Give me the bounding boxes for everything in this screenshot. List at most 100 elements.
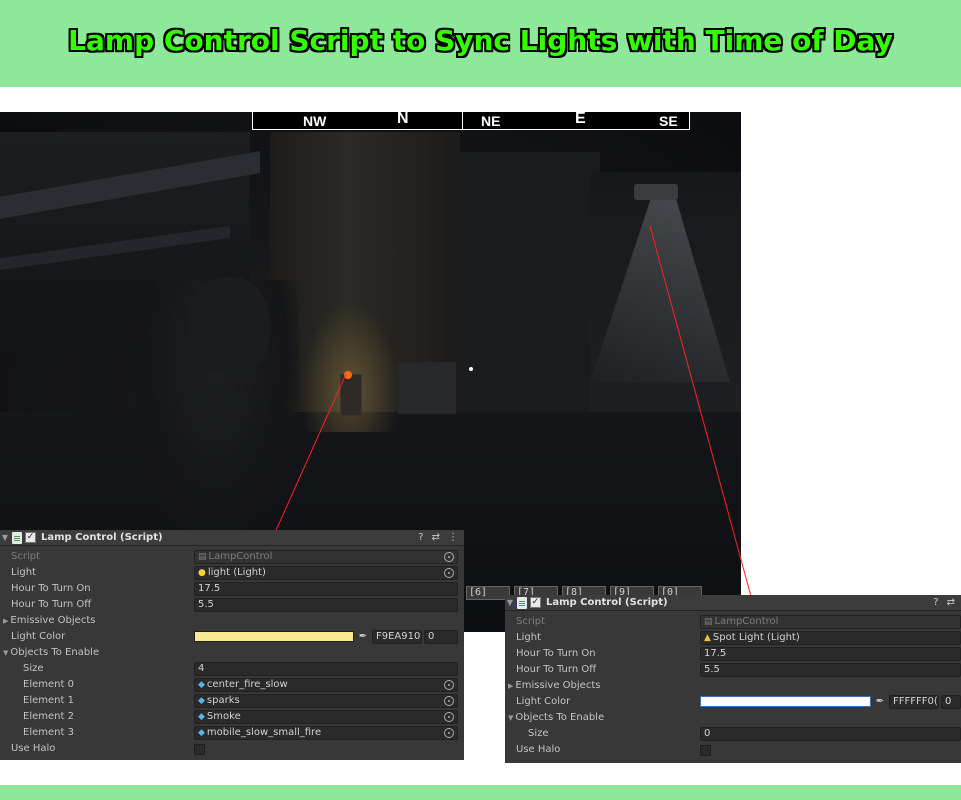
object-picker-icon (444, 552, 454, 562)
light-color-swatch[interactable] (194, 631, 354, 642)
prefab-icon: ◆ (198, 696, 205, 706)
element-field[interactable]: ◆ center_fire_slow (194, 678, 458, 692)
emissive-label[interactable]: ▶ Emissive Objects (508, 680, 600, 691)
foldout-arrow-icon[interactable]: ▼ (505, 598, 515, 607)
element-field[interactable]: ◆ Smoke (194, 710, 458, 724)
hotbar-slot-6[interactable]: [6] (466, 586, 510, 600)
row-element-0: Element 0 ◆ center_fire_slow (0, 677, 464, 693)
bulb-icon: ● (198, 568, 206, 578)
header-banner: Lamp Control Script to Sync Lights with … (0, 0, 961, 87)
use-halo-label: Use Halo (516, 744, 561, 755)
hour-on-input[interactable]: 17.5 (194, 582, 458, 596)
light-color-alpha[interactable]: 0 (941, 695, 961, 709)
hour-off-label: Hour To Turn Off (11, 599, 92, 610)
prefab-icon: ◆ (198, 712, 205, 722)
fire-flame (344, 371, 352, 379)
row-emissive[interactable]: ▶ Emissive Objects (0, 613, 464, 629)
header-icons: ? ⇄ ⋮ (418, 532, 458, 543)
object-picker-icon[interactable] (444, 728, 454, 738)
light-color-alpha[interactable]: 0 (424, 630, 458, 644)
script-label: Script (516, 616, 546, 627)
row-emissive[interactable]: ▶ Emissive Objects (505, 678, 961, 694)
foldout-open-arrow-icon[interactable]: ▼ (3, 649, 8, 657)
hour-on-label: Hour To Turn On (11, 583, 91, 594)
foldout-arrow-icon[interactable]: ▼ (0, 533, 10, 542)
element-label: Element 0 (23, 679, 74, 690)
component-title: Lamp Control (Script) (41, 532, 163, 543)
objects-to-enable-label[interactable]: ▼ Objects To Enable (508, 712, 604, 723)
object-picker-icon[interactable] (444, 712, 454, 722)
eyedropper-icon[interactable]: ✒ (356, 630, 370, 644)
electrical-box (398, 362, 456, 414)
row-size: Size 0 (505, 726, 961, 742)
eyedropper-icon[interactable]: ✒ (873, 695, 887, 709)
row-light: Light ▲ Spot Light (Light) (505, 630, 961, 646)
header-icons: ? ⇄ (933, 597, 955, 608)
element-field[interactable]: ◆ sparks (194, 694, 458, 708)
help-icon[interactable]: ? (418, 532, 423, 543)
hour-off-input[interactable]: 5.5 (700, 663, 961, 677)
script-file-icon: ▤ (704, 617, 713, 627)
row-objects-to-enable[interactable]: ▼ Objects To Enable (505, 710, 961, 726)
object-picker-icon[interactable] (444, 696, 454, 706)
hour-on-input[interactable]: 17.5 (700, 647, 961, 661)
compass-n: N (397, 112, 409, 127)
component-enabled-checkbox[interactable]: ✓ (25, 532, 36, 543)
compass-nw: NW (303, 113, 327, 129)
prefab-icon: ◆ (198, 680, 205, 690)
light-color-hex[interactable]: FFFFFF0( (889, 695, 939, 709)
foldout-arrow-icon[interactable]: ▶ (3, 617, 8, 625)
light-color-swatch[interactable] (700, 696, 871, 707)
light-color-hex[interactable]: F9EA910( (372, 630, 422, 644)
use-halo-checkbox[interactable] (700, 745, 711, 756)
footer-band (0, 785, 961, 800)
row-objects-to-enable[interactable]: ▼ Objects To Enable (0, 645, 464, 661)
component-enabled-checkbox[interactable]: ✓ (530, 597, 541, 608)
foldout-open-arrow-icon[interactable]: ▼ (508, 714, 513, 722)
use-halo-label: Use Halo (11, 743, 56, 754)
component-title: Lamp Control (Script) (546, 597, 668, 608)
emissive-label[interactable]: ▶ Emissive Objects (3, 615, 95, 626)
prefab-icon: ◆ (198, 728, 205, 738)
compass-se: SE (659, 113, 678, 129)
row-size: Size 4 (0, 661, 464, 677)
row-script: Script ▤ LampControl (505, 614, 961, 630)
element-label: Element 3 (23, 727, 74, 738)
element-label: Element 1 (23, 695, 74, 706)
row-hour-on: Hour To Turn On 17.5 (0, 581, 464, 597)
preset-icon[interactable]: ⇄ (432, 532, 440, 543)
script-icon (517, 596, 527, 609)
row-hour-off: Hour To Turn Off 5.5 (505, 662, 961, 678)
objects-to-enable-label[interactable]: ▼ Objects To Enable (3, 647, 99, 658)
compass-ne: NE (481, 113, 501, 129)
row-use-halo: Use Halo (0, 741, 464, 757)
row-element-1: Element 1 ◆ sparks (0, 693, 464, 709)
component-header[interactable]: ▼ ✓ Lamp Control (Script) ? ⇄ (505, 595, 961, 611)
hour-off-input[interactable]: 5.5 (194, 598, 458, 612)
row-light-color: Light Color ✒ F9EA910( 0 (0, 629, 464, 645)
row-use-halo: Use Halo (505, 742, 961, 758)
row-element-2: Element 2 ◆ Smoke (0, 709, 464, 725)
size-input[interactable]: 0 (700, 727, 961, 741)
more-options-icon[interactable]: ⋮ (448, 532, 458, 543)
preset-icon[interactable]: ⇄ (947, 597, 955, 608)
fire-barrel (340, 374, 362, 416)
use-halo-checkbox[interactable] (194, 744, 205, 755)
help-icon[interactable]: ? (933, 597, 938, 608)
element-label: Element 2 (23, 711, 74, 722)
row-hour-on: Hour To Turn On 17.5 (505, 646, 961, 662)
light-field[interactable]: ● light (Light) (194, 566, 458, 580)
object-picker-icon[interactable] (444, 568, 454, 578)
size-label: Size (23, 663, 44, 674)
row-hour-off: Hour To Turn Off 5.5 (0, 597, 464, 613)
size-input[interactable]: 4 (194, 662, 458, 676)
foldout-arrow-icon[interactable]: ▶ (508, 682, 513, 690)
element-field[interactable]: ◆ mobile_slow_small_fire (194, 726, 458, 740)
hour-off-label: Hour To Turn Off (516, 664, 597, 675)
object-picker-icon[interactable] (444, 680, 454, 690)
component-header[interactable]: ▼ ✓ Lamp Control (Script) ? ⇄ ⋮ (0, 530, 464, 546)
inspector-lamp-control-right: ▼ ✓ Lamp Control (Script) ? ⇄ Script ▤ La… (505, 595, 961, 763)
light-field[interactable]: ▲ Spot Light (Light) (700, 631, 961, 645)
compass-tick (462, 112, 463, 129)
street-lamp (634, 184, 678, 200)
